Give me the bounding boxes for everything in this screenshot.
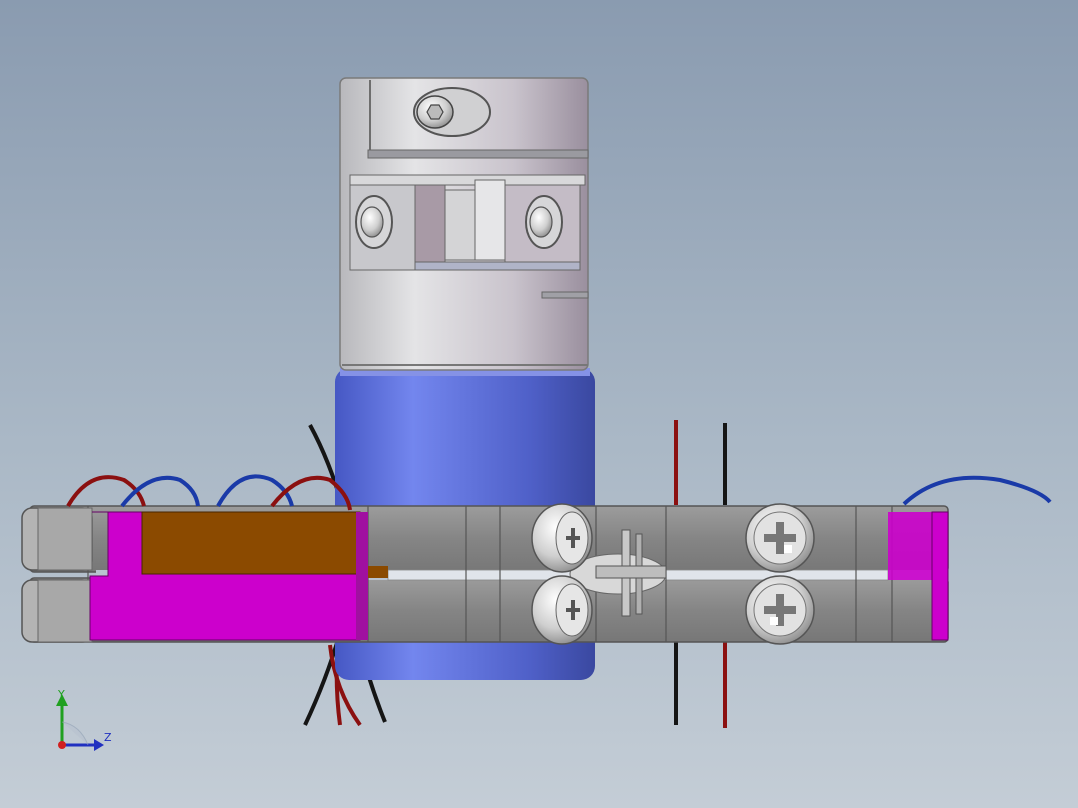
- phillips-screw-upper-left-icon: [531, 503, 593, 573]
- axis-y-label: Y: [58, 688, 65, 701]
- axis-triad: [56, 694, 104, 751]
- shaft-coupling[interactable]: [339, 77, 589, 371]
- brown-face: [141, 511, 361, 575]
- phillips-screw-upper-right-icon: [745, 503, 815, 573]
- phillips-screw-lower-left-icon: [531, 575, 593, 645]
- phillips-screw-lower-right-icon: [745, 575, 815, 645]
- clamp-screw-right-icon: [525, 195, 563, 249]
- cad-model-scene[interactable]: [0, 0, 1078, 808]
- clamp-screw-left-icon: [355, 195, 393, 249]
- axis-z-label: Z: [104, 731, 112, 744]
- cad-viewport[interactable]: Y Z: [0, 0, 1078, 808]
- hex-socket-screw-icon: [413, 87, 491, 137]
